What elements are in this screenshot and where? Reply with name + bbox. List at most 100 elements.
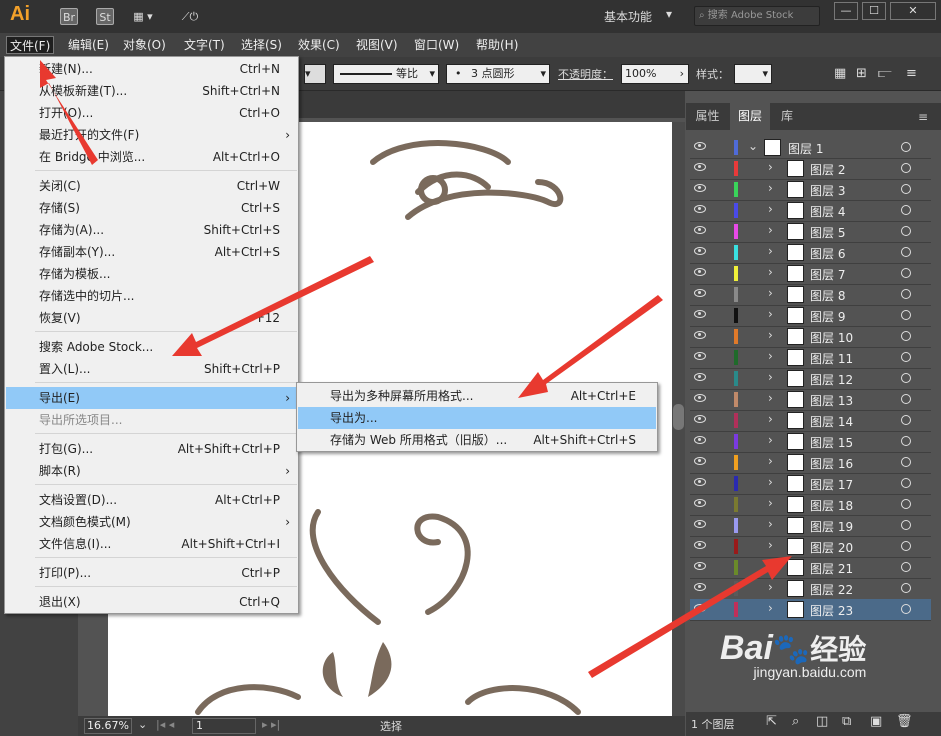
layer-row[interactable]: › 图层 13: [690, 389, 931, 411]
file-menu-item[interactable]: 存储为(A)... Shift+Ctrl+S: [6, 219, 298, 241]
layer-row[interactable]: › 图层 16: [690, 452, 931, 474]
visibility-eye-icon[interactable]: [694, 268, 706, 276]
layer-row[interactable]: › 图层 11: [690, 347, 931, 369]
visibility-eye-icon[interactable]: [694, 184, 706, 192]
layer-row[interactable]: › 图层 17: [690, 473, 931, 495]
menu-select[interactable]: 选择(S): [238, 36, 285, 54]
menu-help[interactable]: 帮助(H): [473, 36, 521, 54]
stock-search-input[interactable]: ⌕ 搜索 Adobe Stock: [694, 6, 820, 26]
chevron-right-icon[interactable]: ›: [768, 265, 773, 279]
new-layer-icon[interactable]: ▣: [870, 714, 882, 729]
layer-name[interactable]: 图层 18: [810, 497, 853, 514]
file-menu-item[interactable]: 置入(L)... Shift+Ctrl+P: [6, 358, 298, 380]
file-menu-item[interactable]: 在 Bridge 中浏览... Alt+Ctrl+O: [6, 146, 298, 168]
layer-name[interactable]: 图层 6: [810, 245, 845, 262]
stroke-weight-dropdown[interactable]: ▾: [304, 64, 326, 84]
target-circle-icon[interactable]: [901, 184, 911, 194]
file-menu-item[interactable]: 从模板新建(T)... Shift+Ctrl+N: [6, 80, 298, 102]
layer-name[interactable]: 图层 11: [810, 350, 853, 367]
menu-view[interactable]: 视图(V): [353, 36, 401, 54]
layer-row[interactable]: › 图层 9: [690, 305, 931, 327]
zoom-dropdown-icon[interactable]: ⌄: [138, 718, 147, 731]
layer-name[interactable]: 图层 2: [810, 161, 845, 178]
target-circle-icon[interactable]: [901, 205, 911, 215]
chevron-right-icon[interactable]: ›: [768, 475, 773, 489]
target-circle-icon[interactable]: [901, 457, 911, 467]
file-menu-item[interactable]: 文件信息(I)... Alt+Shift+Ctrl+I: [6, 533, 298, 555]
visibility-eye-icon[interactable]: [694, 478, 706, 486]
chevron-right-icon[interactable]: ›: [768, 391, 773, 405]
visibility-eye-icon[interactable]: [694, 457, 706, 465]
chevron-right-icon[interactable]: ›: [768, 244, 773, 258]
file-menu-item[interactable]: 退出(X) Ctrl+Q: [6, 591, 298, 613]
visibility-eye-icon[interactable]: [694, 520, 706, 528]
layer-row[interactable]: › 图层 14: [690, 410, 931, 432]
layer-row[interactable]: › 图层 23: [690, 599, 931, 621]
arrange-icon[interactable]: ⫍: [878, 66, 892, 81]
layer-row[interactable]: › 图层 12: [690, 368, 931, 390]
chevron-right-icon[interactable]: ›: [768, 580, 773, 594]
tab-properties[interactable]: 属性: [686, 103, 729, 130]
menu-file[interactable]: 文件(F): [6, 36, 55, 54]
target-circle-icon[interactable]: [901, 331, 911, 341]
file-menu-item[interactable]: 文档颜色模式(M) ›: [6, 511, 298, 533]
layer-row[interactable]: › 图层 19: [690, 515, 931, 537]
target-circle-icon[interactable]: [901, 373, 911, 383]
layer-name[interactable]: 图层 19: [810, 518, 853, 535]
layer-row[interactable]: › 图层 10: [690, 326, 931, 348]
opacity-field[interactable]: 100% ›: [621, 64, 689, 84]
chevron-right-icon[interactable]: ›: [768, 181, 773, 195]
file-menu-item[interactable]: 存储副本(Y)... Alt+Ctrl+S: [6, 241, 298, 263]
layer-name[interactable]: 图层 22: [810, 581, 853, 598]
chevron-right-icon[interactable]: ›: [768, 601, 773, 615]
chevron-right-icon[interactable]: ›: [768, 328, 773, 342]
chevron-down-icon[interactable]: ▾: [666, 7, 672, 21]
chevron-right-icon[interactable]: ›: [768, 454, 773, 468]
chevron-right-icon[interactable]: ›: [768, 538, 773, 552]
layer-name[interactable]: 图层 1: [788, 140, 823, 157]
file-menu-item[interactable]: 最近打开的文件(F) ›: [6, 124, 298, 146]
make-clipping-mask-icon[interactable]: ◫: [816, 714, 828, 729]
visibility-eye-icon[interactable]: [694, 310, 706, 318]
scrollbar-thumb[interactable]: [673, 404, 684, 430]
chevron-right-icon[interactable]: ›: [768, 223, 773, 237]
visibility-eye-icon[interactable]: [694, 499, 706, 507]
layer-row[interactable]: › 图层 15: [690, 431, 931, 453]
variable-width-profile[interactable]: 等比 ▾: [333, 64, 439, 84]
artboard-number-field[interactable]: 1: [192, 718, 256, 734]
file-menu-item[interactable]: 打包(G)... Alt+Shift+Ctrl+P: [6, 438, 298, 460]
file-menu-item[interactable]: 存储(S) Ctrl+S: [6, 197, 298, 219]
layer-name[interactable]: 图层 5: [810, 224, 845, 241]
menu-edit[interactable]: 编辑(E): [65, 36, 112, 54]
file-menu-item[interactable]: 脚本(R) ›: [6, 460, 298, 482]
target-circle-icon[interactable]: [901, 436, 911, 446]
target-circle-icon[interactable]: [901, 142, 911, 152]
chevron-right-icon[interactable]: ›: [768, 496, 773, 510]
file-menu-item[interactable]: 导出(E) ›: [6, 387, 298, 409]
file-menu-item[interactable]: 搜索 Adobe Stock...: [6, 336, 298, 358]
file-menu-item[interactable]: 文档设置(D)... Alt+Ctrl+P: [6, 489, 298, 511]
zoom-field[interactable]: 16.67%: [84, 718, 132, 734]
target-circle-icon[interactable]: [901, 499, 911, 509]
visibility-eye-icon[interactable]: [694, 352, 706, 360]
file-menu-item[interactable]: 新建(N)... Ctrl+N: [6, 58, 298, 80]
chevron-right-icon[interactable]: ›: [768, 370, 773, 384]
layer-row[interactable]: › 图层 3: [690, 179, 931, 201]
menu-type[interactable]: 文字(T): [181, 36, 228, 54]
layer-name[interactable]: 图层 10: [810, 329, 853, 346]
visibility-eye-icon[interactable]: [694, 247, 706, 255]
layer-name[interactable]: 图层 7: [810, 266, 845, 283]
target-circle-icon[interactable]: [901, 268, 911, 278]
workspace-switcher[interactable]: 基本功能: [604, 8, 652, 25]
layer-name[interactable]: 图层 23: [810, 602, 853, 619]
stock-button[interactable]: St: [96, 8, 114, 25]
target-circle-icon[interactable]: [901, 163, 911, 173]
layer-row[interactable]: › 图层 20: [690, 536, 931, 558]
delete-layer-icon[interactable]: 🗑: [896, 714, 913, 729]
layer-name[interactable]: 图层 21: [810, 560, 853, 577]
menu-effect[interactable]: 效果(C): [295, 36, 343, 54]
next-artboard-icon[interactable]: ▸ ▸|: [262, 718, 280, 731]
layer-name[interactable]: 图层 12: [810, 371, 853, 388]
visibility-eye-icon[interactable]: [694, 436, 706, 444]
file-menu-item[interactable]: 关闭(C) Ctrl+W: [6, 175, 298, 197]
